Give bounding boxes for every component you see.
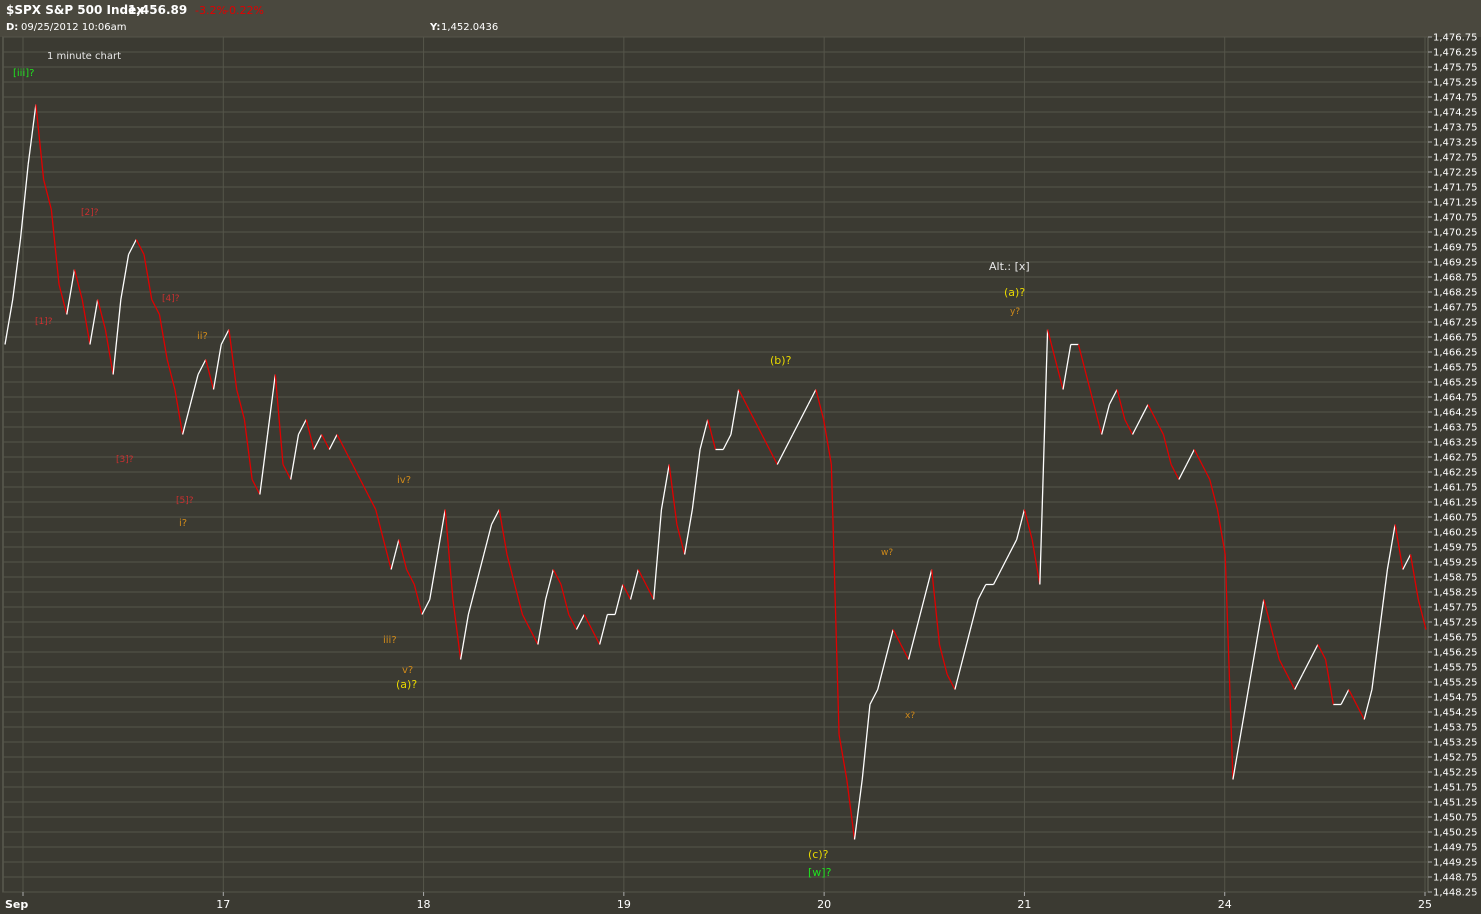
y-tick-label: 1,472.75 xyxy=(1433,153,1478,164)
y-tick-label: 1,461.25 xyxy=(1433,498,1478,509)
y-tick-label: 1,456.75 xyxy=(1433,633,1478,644)
y-tick-label: 1,466.75 xyxy=(1433,333,1478,344)
y-tick-label: 1,469.75 xyxy=(1433,243,1478,254)
x-tick-label: 24 xyxy=(1218,898,1232,911)
y-tick-label: 1,451.25 xyxy=(1433,798,1478,809)
y-tick-label: 1,463.25 xyxy=(1433,438,1478,449)
y-tick-label: 1,476.25 xyxy=(1433,48,1478,59)
y-tick-label: 1,462.75 xyxy=(1433,453,1478,464)
y-tick-label: 1,449.75 xyxy=(1433,843,1478,854)
y-tick-label: 1,456.25 xyxy=(1433,648,1478,659)
y-tick-label: 1,462.25 xyxy=(1433,468,1478,479)
y-tick-label: 1,468.25 xyxy=(1433,288,1478,299)
grid xyxy=(2,36,1429,893)
y-tick-label: 1,453.25 xyxy=(1433,738,1478,749)
y-tick-label: 1,461.75 xyxy=(1433,483,1478,494)
y-tick-label: 1,458.75 xyxy=(1433,573,1478,584)
y-tick-label: 1,449.25 xyxy=(1433,858,1478,869)
wave-label: ii? xyxy=(197,331,208,342)
y-tick-label: 1,452.25 xyxy=(1433,768,1478,779)
y-tick-label: 1,467.25 xyxy=(1433,318,1478,329)
y-tick-label: 1,467.75 xyxy=(1433,303,1478,314)
y-tick-label: 1,451.75 xyxy=(1433,783,1478,794)
y-tick-label: 1,469.25 xyxy=(1433,258,1478,269)
y-tick-label: 1,459.75 xyxy=(1433,543,1478,554)
y-tick-label: 1,465.75 xyxy=(1433,363,1478,374)
y-tick-label: 1,454.25 xyxy=(1433,708,1478,719)
plot-area xyxy=(2,36,1429,893)
wave-label: i? xyxy=(179,518,187,529)
y-tick-label: 1,448.75 xyxy=(1433,873,1478,884)
y-tick-label: 1,460.25 xyxy=(1433,528,1478,539)
y-tick-label: 1,452.75 xyxy=(1433,753,1478,764)
y-tick-label: 1,455.75 xyxy=(1433,663,1478,674)
y-tick-label: 1,457.75 xyxy=(1433,603,1478,614)
y-tick-label: 1,460.75 xyxy=(1433,513,1478,524)
wave-label: [iii]? xyxy=(13,68,34,79)
y-tick-label: 1,454.75 xyxy=(1433,693,1478,704)
y-tick-label: 1,473.75 xyxy=(1433,123,1478,134)
price-chart[interactable]: [iii]? [2]? [1]? [4]? [3]? [5]? ii? i? iv? iii? v?… xyxy=(0,0,1481,914)
y-tick-label: 1,458.25 xyxy=(1433,588,1478,599)
x-tick-label: 20 xyxy=(817,898,831,911)
wave-label: (a)? xyxy=(1004,286,1025,299)
y-axis: 1,448.25 1,448.75 1,449.25 1,449.75 1,450.25… xyxy=(1428,33,1478,899)
wave-label: [5]? xyxy=(176,496,194,506)
x-tick-label: 17 xyxy=(216,898,230,911)
wave-label: v? xyxy=(402,665,413,676)
wave-label: Alt.: [x] xyxy=(989,260,1030,273)
wave-label: [2]? xyxy=(81,208,99,218)
y-tick-label: 1,470.25 xyxy=(1433,228,1478,239)
wave-label: [1]? xyxy=(35,317,53,327)
y-tick-label: 1,448.25 xyxy=(1433,888,1478,899)
x-axis: Sep 17 18 19 20 21 24 25 xyxy=(5,892,1432,911)
y-tick-label: 1,472.25 xyxy=(1433,168,1478,179)
y-tick-label: 1,474.25 xyxy=(1433,108,1478,119)
wave-label: (a)? xyxy=(396,678,417,691)
y-tick-label: 1,455.25 xyxy=(1433,678,1478,689)
wave-label: (b)? xyxy=(770,354,792,367)
y-tick-label: 1,471.75 xyxy=(1433,183,1478,194)
wave-label: [3]? xyxy=(116,455,134,465)
wave-label: (c)? xyxy=(808,848,829,861)
y-tick-label: 1,466.25 xyxy=(1433,348,1478,359)
wave-label: y? xyxy=(1010,307,1020,317)
wave-label: w? xyxy=(881,548,893,558)
y-tick-label: 1,459.25 xyxy=(1433,558,1478,569)
y-tick-label: 1,475.75 xyxy=(1433,63,1478,74)
y-tick-label: 1,450.75 xyxy=(1433,813,1478,824)
chart-note: 1 minute chart xyxy=(47,51,121,62)
wave-label: iv? xyxy=(397,475,411,486)
y-tick-label: 1,463.75 xyxy=(1433,423,1478,434)
y-tick-label: 1,457.25 xyxy=(1433,618,1478,629)
y-tick-label: 1,465.25 xyxy=(1433,378,1478,389)
wave-label: [4]? xyxy=(162,294,180,304)
y-tick-label: 1,474.75 xyxy=(1433,93,1478,104)
y-tick-label: 1,464.75 xyxy=(1433,393,1478,404)
y-tick-label: 1,450.25 xyxy=(1433,828,1478,839)
y-tick-label: 1,470.75 xyxy=(1433,213,1478,224)
x-tick-label: 19 xyxy=(617,898,631,911)
y-tick-label: 1,473.25 xyxy=(1433,138,1478,149)
wave-label: [w]? xyxy=(808,866,832,879)
y-tick-label: 1,453.75 xyxy=(1433,723,1478,734)
y-tick-label: 1,475.25 xyxy=(1433,78,1478,89)
x-tick-label: 25 xyxy=(1418,898,1432,911)
x-tick-label: Sep xyxy=(5,898,28,911)
x-tick-label: 18 xyxy=(417,898,431,911)
y-tick-label: 1,464.25 xyxy=(1433,408,1478,419)
y-tick-label: 1,476.75 xyxy=(1433,33,1478,44)
wave-label: iii? xyxy=(383,635,397,646)
x-tick-label: 21 xyxy=(1017,898,1031,911)
y-tick-label: 1,468.75 xyxy=(1433,273,1478,284)
y-tick-label: 1,471.25 xyxy=(1433,198,1478,209)
wave-label: x? xyxy=(905,711,915,721)
